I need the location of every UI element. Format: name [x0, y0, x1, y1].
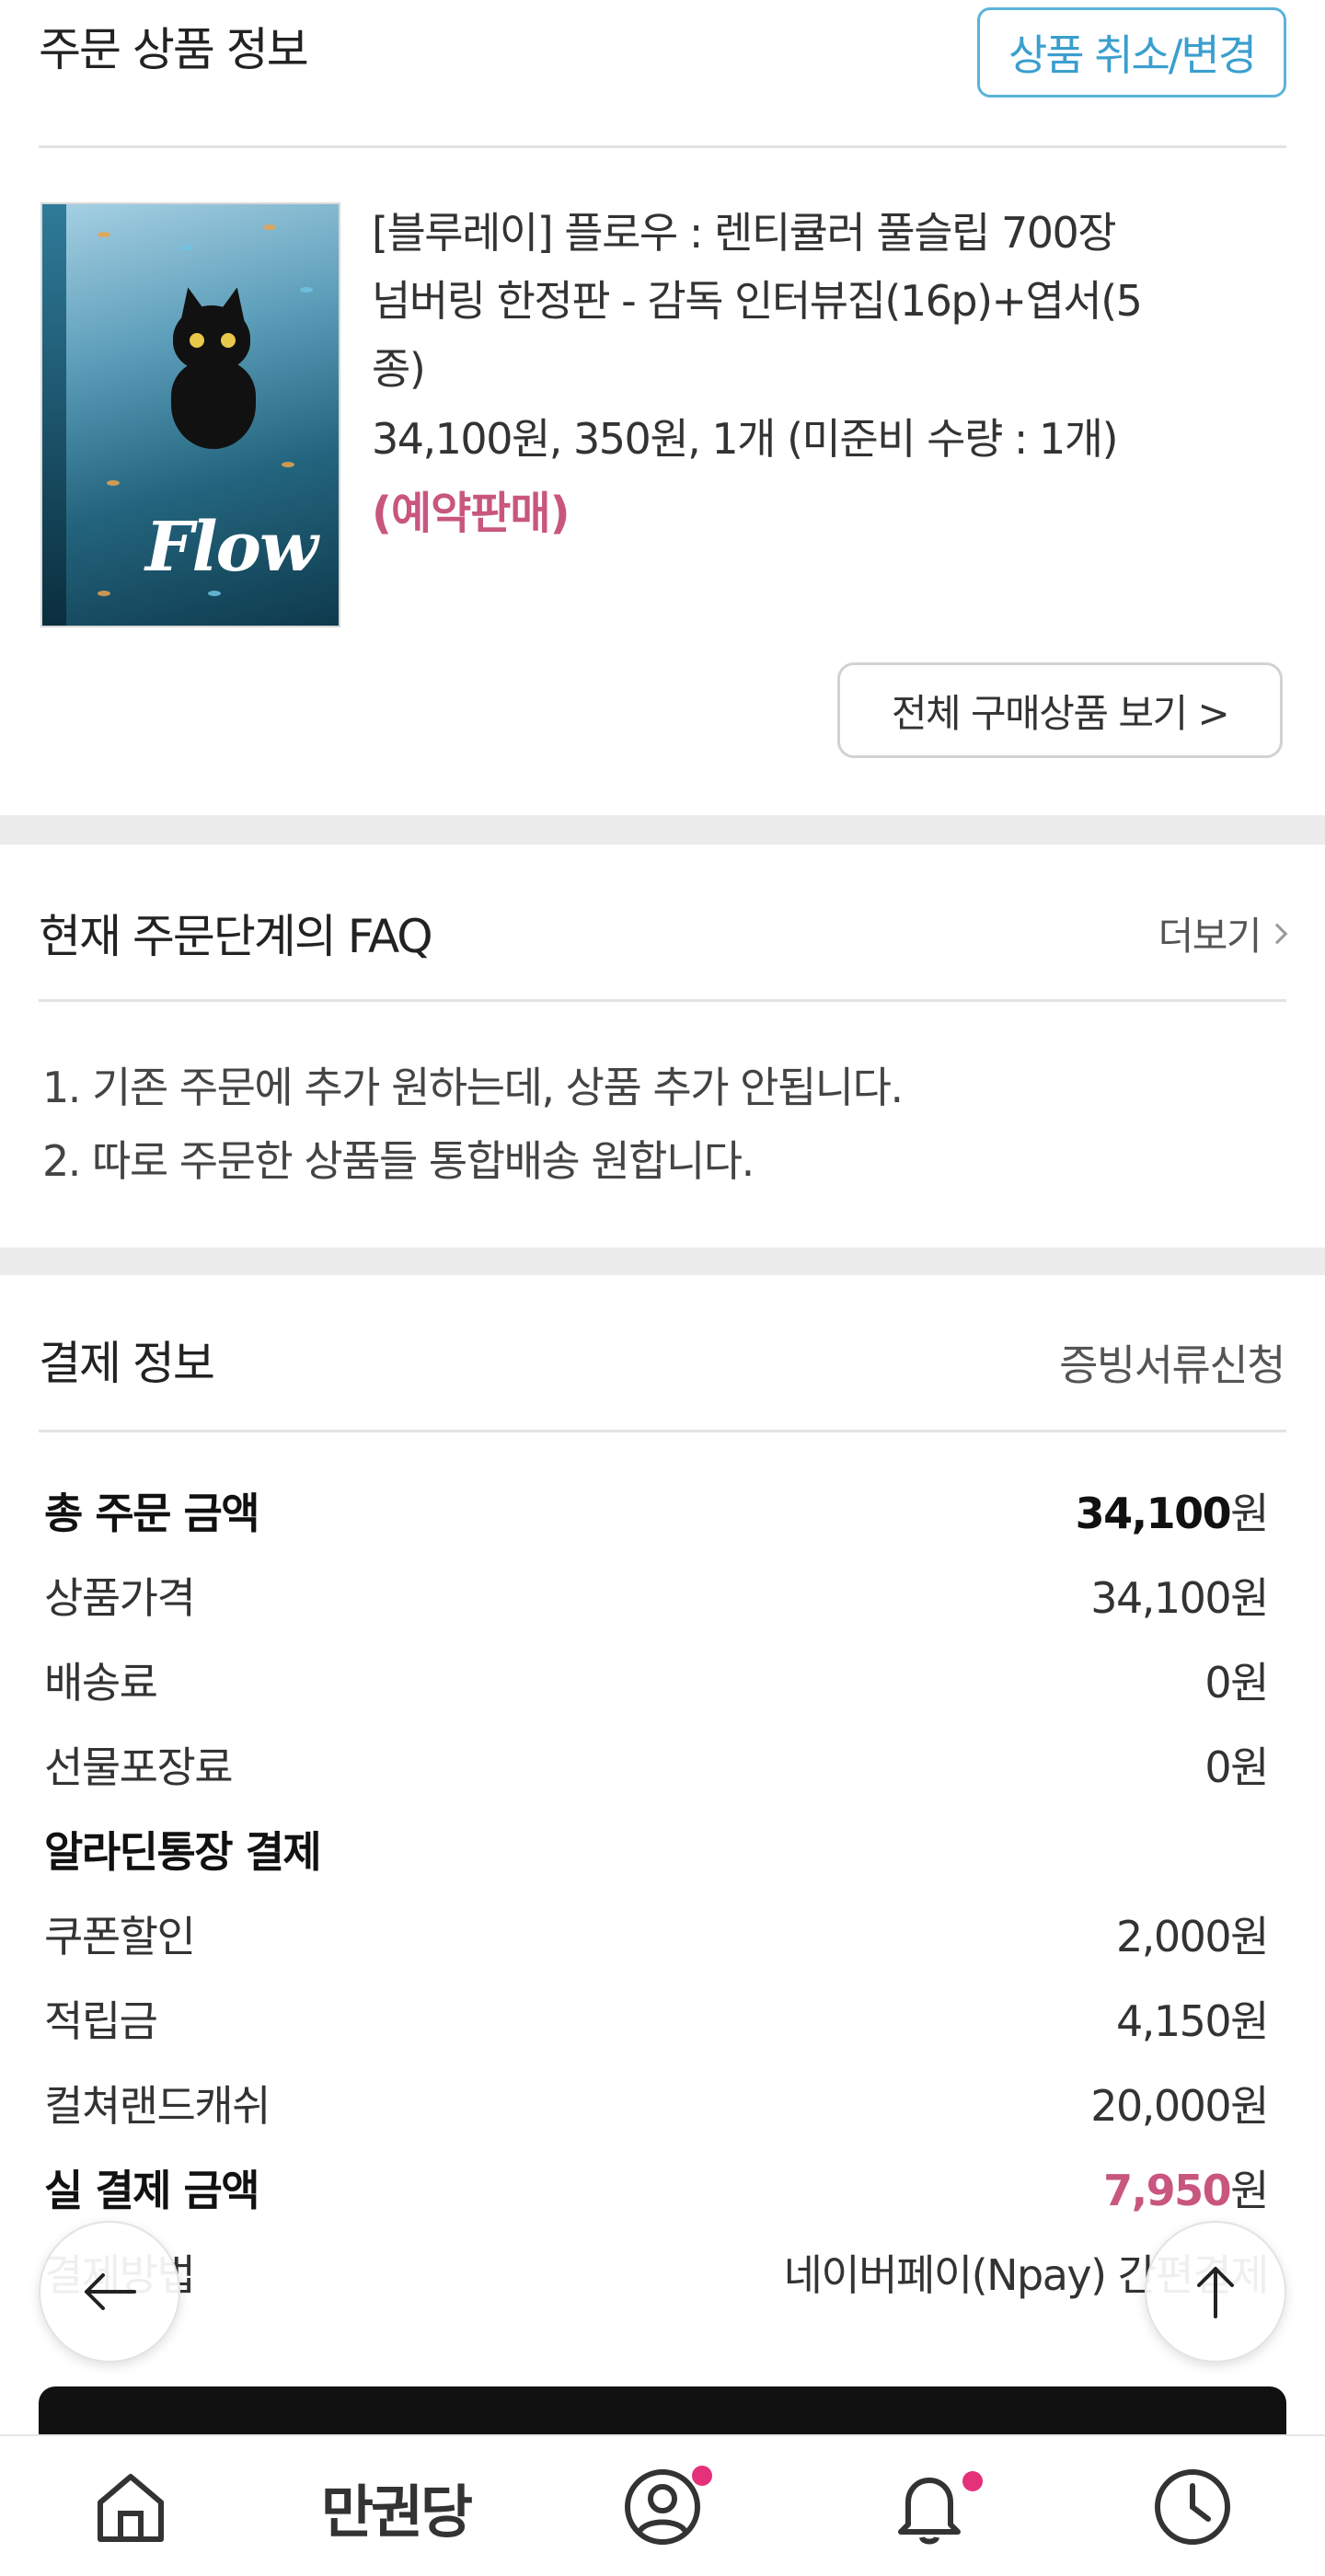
total-order-value: 34,100	[1075, 1489, 1232, 1538]
total-order-row: 총 주문 금액 34,100 원	[44, 1474, 1269, 1547]
final-payment-value: 7,950	[1103, 2166, 1232, 2215]
gift-wrap-row: 선물포장료 0원	[44, 1728, 1269, 1801]
cultureland-value: 20,000원	[1090, 2081, 1269, 2131]
nav-home[interactable]	[66, 2436, 195, 2576]
points-row: 적립금 4,150원	[44, 1982, 1270, 2055]
clock-icon	[1155, 2469, 1230, 2545]
points-label: 적립금	[44, 1996, 158, 2046]
cover-spine	[42, 204, 66, 626]
back-button[interactable]	[39, 2221, 180, 2363]
nav-notifications[interactable]	[865, 2436, 994, 2576]
coupon-label: 쿠폰할인	[44, 1912, 196, 1961]
faq-section: 현재 주문단계의 FAQ 더보기 1. 기존 주문에 추가 원하는데, 상품 추…	[0, 845, 1325, 1248]
faq-item[interactable]: 2. 따로 주문한 상품들 통합배송 원합니다.	[42, 1128, 755, 1189]
shipping-row: 배송료 0원	[44, 1643, 1269, 1717]
final-payment-label: 실 결제 금액	[44, 2166, 260, 2215]
scroll-top-button[interactable]	[1145, 2221, 1286, 2363]
gift-wrap-label: 선물포장료	[44, 1742, 234, 1792]
product-name-line2[interactable]: 넘버링 한정판 - 감독 인터뷰집(16p)+엽서(5	[372, 267, 1283, 335]
product-price-line: 34,100원, 350원, 1개 (미준비 수량 : 1개)	[372, 414, 1119, 464]
faq-more-link[interactable]: 더보기	[1158, 905, 1288, 961]
preorder-badge: (예약판매)	[372, 488, 570, 539]
nav-brand[interactable]: 만권당	[285, 2436, 506, 2576]
cancel-change-button[interactable]: 상품 취소/변경	[977, 7, 1286, 98]
bank-pay-row: 알라딘통장 결제	[44, 1812, 1268, 1886]
shipping-label: 배송료	[44, 1658, 158, 1708]
cat-illustration	[153, 284, 272, 449]
brand-label: 만권당	[320, 2478, 473, 2546]
product-price-row: 상품가격 34,100원	[44, 1558, 1269, 1632]
coupon-value: 2,000원	[1115, 1912, 1270, 1961]
won-unit: 원	[1230, 2166, 1269, 2215]
won-unit: 원	[1230, 1489, 1269, 1538]
view-all-products-button[interactable]: 전체 구매상품 보기 >	[837, 662, 1283, 758]
faq-title: 현재 주문단계의 FAQ	[39, 910, 433, 963]
shipping-value: 0원	[1204, 1658, 1269, 1708]
faq-item[interactable]: 1. 기존 주문에 추가 원하는데, 상품 추가 안됩니다.	[42, 1054, 904, 1115]
section-gap	[0, 1248, 1325, 1275]
total-order-label: 총 주문 금액	[44, 1489, 260, 1538]
payment-method-row: 결제방법 네이버페이(Npay) 간편결제	[44, 2236, 1270, 2309]
points-value: 4,150원	[1115, 1996, 1270, 2046]
notification-dot	[962, 2471, 983, 2491]
receipt-request-link[interactable]: 증빙서류신청	[1059, 1332, 1285, 1393]
arrow-left-icon	[85, 2273, 136, 2310]
home-icon	[98, 2474, 164, 2542]
bottom-navigation: 만권당	[0, 2434, 1325, 2576]
order-product-section: 주문 상품 정보 상품 취소/변경 Flow [블루레이] 플로우 : 렌티큘러…	[0, 0, 1325, 815]
product-price-value: 34,100원	[1090, 1573, 1269, 1623]
bell-icon	[898, 2478, 961, 2545]
gift-wrap-value: 0원	[1204, 1742, 1269, 1792]
final-payment-row: 실 결제 금액 7,950 원	[44, 2151, 1269, 2225]
nav-profile[interactable]	[598, 2436, 727, 2576]
profile-notification-dot	[692, 2466, 712, 2486]
nav-recent[interactable]	[1128, 2436, 1257, 2576]
payment-title: 결제 정보	[39, 1337, 215, 1390]
arrow-up-icon	[1197, 2267, 1234, 2318]
product-name-line1[interactable]: [블루레이] 플로우 : 렌티큘러 풀슬립 700장	[372, 199, 1283, 267]
bank-pay-label: 알라딘통장 결제	[44, 1827, 322, 1877]
product-name-line3[interactable]: 종)	[372, 335, 1283, 403]
order-section-title: 주문 상품 정보	[39, 23, 309, 76]
section-gap	[0, 815, 1325, 845]
divider	[39, 999, 1286, 1002]
payment-section: 결제 정보 증빙서류신청 총 주문 금액 34,100 원 상품가격 34,100…	[0, 1275, 1325, 2434]
cultureland-row: 컬쳐랜드캐쉬 20,000원	[44, 2066, 1269, 2140]
product-cover-image[interactable]: Flow	[40, 202, 340, 627]
divider	[39, 145, 1286, 148]
chevron-right-icon	[1266, 923, 1288, 944]
faq-more-label: 더보기	[1158, 914, 1262, 959]
divider	[39, 1430, 1286, 1432]
cultureland-label: 컬쳐랜드캐쉬	[44, 2081, 271, 2131]
coupon-row: 쿠폰할인 2,000원	[44, 1897, 1270, 1971]
product-price-label: 상품가격	[44, 1573, 196, 1623]
cover-logo: Flow	[145, 508, 318, 587]
